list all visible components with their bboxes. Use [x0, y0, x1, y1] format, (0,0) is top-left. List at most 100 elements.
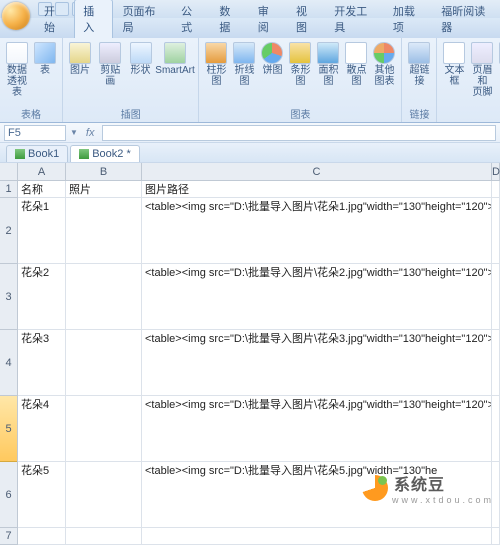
row-header-3[interactable]: 3	[0, 264, 17, 330]
cell[interactable]	[492, 264, 500, 330]
textbox-icon	[443, 42, 465, 64]
watermark-logo-icon	[362, 475, 388, 501]
ribbon-button-label: SmartArt	[155, 65, 194, 76]
cell[interactable]	[142, 528, 492, 545]
ribbon-button-label: 数据 透视表	[6, 65, 28, 98]
ribbon-other-button[interactable]: 其他图表	[371, 40, 397, 89]
other-icon	[373, 42, 395, 64]
menu-tab-8[interactable]: 加载项	[385, 0, 431, 38]
ribbon-picture-button[interactable]: 图片	[67, 40, 93, 78]
ribbon-group-label: 插图	[67, 105, 194, 121]
cell[interactable]: 花朵1	[18, 198, 66, 264]
cell[interactable]	[492, 181, 500, 198]
row-header-5[interactable]: 5	[0, 396, 17, 462]
name-box[interactable]: F5	[4, 125, 66, 141]
menu-tab-4[interactable]: 数据	[211, 0, 247, 38]
cell[interactable]	[18, 528, 66, 545]
cell[interactable]: 花朵3	[18, 330, 66, 396]
menu-tab-7[interactable]: 开发工具	[326, 0, 383, 38]
menu-tab-9[interactable]: 福昕阅读器	[433, 0, 500, 38]
ribbon-hyperlink-button[interactable]: 超链接	[406, 40, 432, 89]
cell[interactable]: 名称	[18, 181, 66, 198]
cell[interactable]: 花朵5	[18, 462, 66, 528]
col-header-A[interactable]: A	[18, 163, 66, 180]
ribbon-group-表格: 数据 透视表表表格	[0, 38, 63, 122]
ribbon-button-label: 形状	[131, 65, 151, 76]
ribbon-pivot-button[interactable]: 数据 透视表	[4, 40, 30, 100]
table-row: 花朵2 <table><img src="D:\批量导入图片\花朵2.jpg"wi…	[18, 264, 500, 330]
ribbon-headerfooter-button[interactable]: 页眉和 页脚	[469, 40, 495, 100]
select-all-corner[interactable]	[0, 163, 18, 181]
workbook-icon	[15, 149, 25, 159]
ribbon-group-label: 图表	[203, 105, 397, 121]
column-icon	[205, 42, 227, 64]
menu-tab-2[interactable]: 页面布局	[115, 0, 172, 38]
ribbon-clipart-button[interactable]: 剪贴画	[95, 40, 126, 89]
menu-tab-0[interactable]: 开始	[36, 0, 72, 38]
dropdown-icon[interactable]: ▼	[70, 128, 78, 137]
ribbon-button-label: 柱形图	[205, 65, 227, 87]
ribbon-table-button[interactable]: 表	[32, 40, 58, 78]
table-row: 名称照片图片路径	[18, 181, 500, 198]
workbook-tab[interactable]: Book2 *	[70, 145, 140, 162]
ribbon-group-label: 链接	[406, 105, 432, 121]
table-row: 花朵4 <table><img src="D:\批量导入图片\花朵4.jpg"wi…	[18, 396, 500, 462]
ribbon-shapes-button[interactable]: 形状	[128, 40, 154, 78]
formula-bar[interactable]	[102, 125, 496, 141]
cell[interactable]: 花朵4	[18, 396, 66, 462]
watermark: 系统豆 www.xtdou.com	[362, 471, 494, 505]
cell[interactable]	[66, 396, 142, 462]
table-row: 花朵1 <table><img src="D:\批量导入图片\花朵1.jpg"wi…	[18, 198, 500, 264]
row-header-1[interactable]: 1	[0, 181, 17, 198]
row-header-4[interactable]: 4	[0, 330, 17, 396]
ribbon-pie-button[interactable]: 饼图	[259, 40, 285, 78]
cell[interactable]: 花朵2	[18, 264, 66, 330]
ribbon-area-button[interactable]: 面积图	[315, 40, 341, 89]
row-header-7[interactable]: 7	[0, 528, 17, 545]
fx-icon[interactable]: fx	[86, 127, 95, 139]
cell[interactable]	[492, 198, 500, 264]
cell[interactable]	[66, 330, 142, 396]
bar-icon	[289, 42, 311, 64]
cell[interactable]: <table><img src="D:\批量导入图片\花朵4.jpg"width…	[142, 396, 492, 462]
menu-tab-5[interactable]: 审阅	[250, 0, 286, 38]
pie-icon	[261, 42, 283, 64]
menu-tab-1[interactable]: 插入	[74, 0, 112, 38]
col-header-D[interactable]: D	[492, 163, 500, 180]
cell[interactable]: <table><img src="D:\批量导入图片\花朵1.jpg"width…	[142, 198, 492, 264]
row-header-2[interactable]: 2	[0, 198, 17, 264]
cell[interactable]	[66, 198, 142, 264]
ribbon: 数据 透视表表表格图片剪贴画形状 SmartArt 插图 柱形图折线图饼图条形图面积图…	[0, 38, 500, 123]
cell[interactable]	[492, 330, 500, 396]
row-header-6[interactable]: 6	[0, 462, 17, 528]
cell[interactable]	[66, 462, 142, 528]
ribbon-group-插图: 图片剪贴画形状 SmartArt 插图	[63, 38, 199, 122]
col-header-C[interactable]: C	[142, 163, 492, 180]
ribbon-line-button[interactable]: 折线图	[231, 40, 257, 89]
ribbon-smartart-button[interactable]: SmartArt	[156, 40, 195, 78]
ribbon-button-label: 超链接	[408, 65, 430, 87]
workbook-tab-label: Book2 *	[92, 148, 131, 160]
cell[interactable]: <table><img src="D:\批量导入图片\花朵2.jpg"width…	[142, 264, 492, 330]
ribbon-button-label: 其他图表	[373, 65, 395, 87]
ribbon-scatter-button[interactable]: 散点图	[343, 40, 369, 89]
menu-tab-3[interactable]: 公式	[173, 0, 209, 38]
cell[interactable]: 图片路径	[142, 181, 492, 198]
cell[interactable]: 照片	[66, 181, 142, 198]
workbook-tab[interactable]: Book1	[6, 145, 68, 162]
table-row	[18, 528, 500, 545]
cell[interactable]	[492, 528, 500, 545]
cell[interactable]: <table><img src="D:\批量导入图片\花朵3.jpg"width…	[142, 330, 492, 396]
office-button[interactable]	[2, 2, 30, 30]
cell[interactable]	[492, 396, 500, 462]
col-header-B[interactable]: B	[66, 163, 142, 180]
menu-tab-6[interactable]: 视图	[288, 0, 324, 38]
ribbon-column-button[interactable]: 柱形图	[203, 40, 229, 89]
cell[interactable]	[66, 528, 142, 545]
ribbon-bar-button[interactable]: 条形图	[287, 40, 313, 89]
ribbon-button-label: 折线图	[233, 65, 255, 87]
ribbon-textbox-button[interactable]: 文本框	[441, 40, 467, 89]
clipart-icon	[99, 42, 121, 64]
cell[interactable]	[66, 264, 142, 330]
workbook-tabs: Book1 Book2 *	[0, 143, 500, 163]
